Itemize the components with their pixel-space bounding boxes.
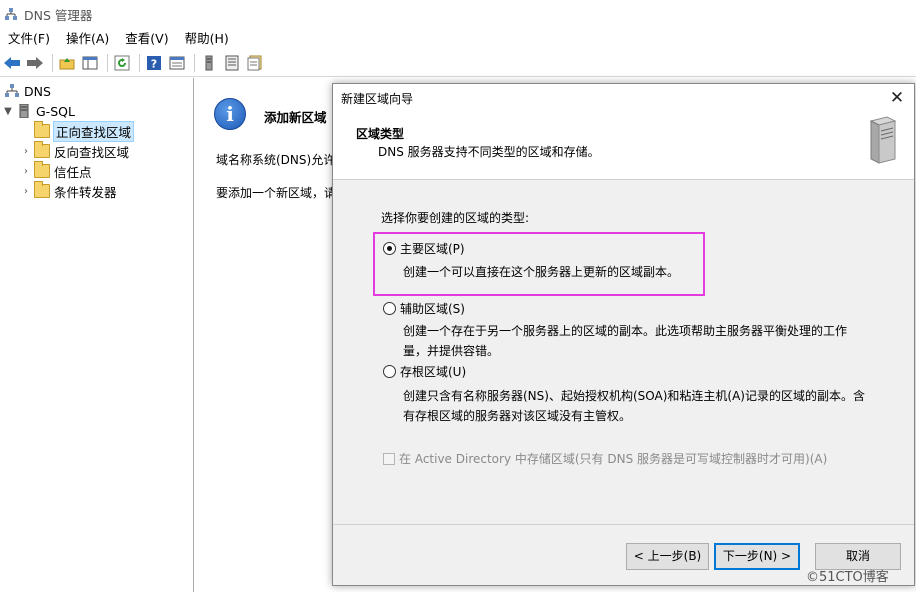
help-icon[interactable]: ? [144, 53, 164, 73]
properties-icon[interactable] [167, 53, 187, 73]
toolbar-separator [52, 54, 53, 72]
chevron-right-icon[interactable]: › [20, 146, 32, 157]
window-title: DNS 管理器 [24, 7, 93, 23]
svg-text:?: ? [151, 58, 157, 71]
stub-zone-desc: 创建只含有名称服务器(NS)、起始授权机构(SOA)和粘连主机(A)记录的区域的… [403, 386, 865, 426]
record-list-icon[interactable] [222, 53, 242, 73]
dns-app-icon [5, 8, 17, 20]
tree-item-reverse-lookup[interactable]: › 反向查找区域 [20, 141, 129, 161]
export-list-icon[interactable] [245, 53, 265, 73]
back-arrow-icon[interactable] [2, 53, 22, 73]
toolbar-separator [107, 54, 108, 72]
dialog-title: 新建区域向导 [341, 92, 414, 106]
footer-separator [333, 524, 914, 525]
tree-item-forward-lookup[interactable]: 正向查找区域 [20, 120, 135, 142]
radio-stub-zone[interactable]: 存根区域(U) [383, 363, 466, 380]
annotation-highlight [373, 232, 705, 296]
back-button[interactable]: < 上一步(B) [626, 543, 709, 570]
new-zone-wizard-dialog: 新建区域向导 ✕ 区域类型 DNS 服务器支持不同类型的区域和存储。 选择你要创… [332, 83, 915, 586]
tree-item-trust-points[interactable]: › 信任点 [20, 161, 92, 181]
forward-arrow-icon[interactable] [25, 53, 45, 73]
store-in-ad-label: 在 Active Directory 中存储区域(只有 DNS 服务器是可写域控… [399, 452, 828, 466]
folder-icon [34, 181, 50, 198]
radio-indicator[interactable] [383, 365, 396, 378]
menu-view[interactable]: 查看(V) [117, 28, 176, 49]
dialog-titlebar: 新建区域向导 ✕ [333, 84, 914, 113]
tree-server-label: G-SQL [36, 103, 75, 119]
radio-secondary-zone[interactable]: 辅助区域(S) [383, 300, 465, 317]
up-folder-icon[interactable] [57, 53, 77, 73]
toolbar-separator [194, 54, 195, 72]
radio-label: 辅助区域(S) [400, 302, 465, 316]
desc-line: 创建一个存在于另一个服务器上的区域的副本。此选项帮助主服务器平衡处理的工作 [403, 324, 848, 338]
server-list-icon[interactable] [199, 53, 219, 73]
wizard-step-subtitle: DNS 服务器支持不同类型的区域和存储。 [378, 145, 600, 159]
radio-indicator[interactable] [383, 302, 396, 315]
toolbar-separator [139, 54, 140, 72]
chevron-right-icon[interactable]: › [20, 166, 32, 177]
menu-help[interactable]: 帮助(H) [177, 28, 237, 49]
toolbar: ? [0, 50, 916, 77]
secondary-zone-desc: 创建一个存在于另一个服务器上的区域的副本。此选项帮助主服务器平衡处理的工作 量，… [403, 321, 847, 361]
refresh-icon[interactable] [112, 53, 132, 73]
folder-icon [34, 161, 50, 178]
tree-item-label: 信任点 [54, 164, 92, 180]
radio-label: 存根区域(U) [400, 365, 467, 379]
window-titlebar: DNS 管理器 [0, 0, 916, 28]
store-in-ad-checkbox-row: 在 Active Directory 中存储区域(只有 DNS 服务器是可写域控… [383, 450, 827, 467]
server-icon [19, 104, 29, 118]
desc-line: 有存根区域的服务器对该区域没有主管权。 [403, 409, 632, 423]
tree-item-label: 正向查找区域 [52, 120, 135, 142]
tree-item-label: 反向查找区域 [54, 144, 130, 160]
chevron-right-icon[interactable]: › [20, 186, 32, 197]
dns-description-text: 域名称系统(DNS)允许 [216, 153, 336, 167]
server-tower-icon [869, 116, 897, 164]
add-zone-instruction-text: 要添加一个新区域，请 [216, 186, 337, 200]
store-in-ad-checkbox [383, 452, 395, 465]
desc-line: 量，并提供容错。 [403, 344, 500, 358]
wizard-header: 区域类型 DNS 服务器支持不同类型的区域和存储。 [333, 113, 914, 180]
desc-line: 创建只含有名称服务器(NS)、起始授权机构(SOA)和粘连主机(A)记录的区域的… [403, 389, 865, 403]
menu-action[interactable]: 操作(A) [58, 28, 117, 49]
tree-pane: DNS ▼ G-SQL 正向查找区域 › 反向查找区域 › 信任点 › 条件转发… [0, 78, 194, 592]
tree-item-conditional-forwarders[interactable]: › 条件转发器 [20, 181, 117, 201]
next-button[interactable]: 下一步(N) > [714, 543, 800, 570]
menu-file[interactable]: 文件(F) [0, 28, 58, 49]
folder-icon [34, 141, 50, 158]
folder-icon [34, 121, 50, 138]
chevron-down-icon[interactable]: ▼ [2, 106, 14, 117]
menu-bar: 文件(F) 操作(A) 查看(V) 帮助(H) [0, 28, 916, 49]
tree-item-label: 条件转发器 [54, 184, 117, 200]
close-icon[interactable]: ✕ [888, 89, 906, 107]
show-hide-tree-icon[interactable] [80, 53, 100, 73]
wizard-step-title: 区域类型 [356, 127, 405, 141]
dns-icon [5, 84, 19, 97]
tree-root-label: DNS [24, 83, 51, 99]
info-icon: i [214, 98, 246, 130]
tree-server-node[interactable]: ▼ G-SQL [2, 101, 75, 121]
watermark-text: ©51CTO博客 [806, 570, 889, 585]
tree-root-dns[interactable]: DNS [2, 81, 51, 101]
zone-type-prompt: 选择你要创建的区域的类型: [381, 211, 530, 225]
add-zone-heading: 添加新区域 [264, 110, 327, 125]
